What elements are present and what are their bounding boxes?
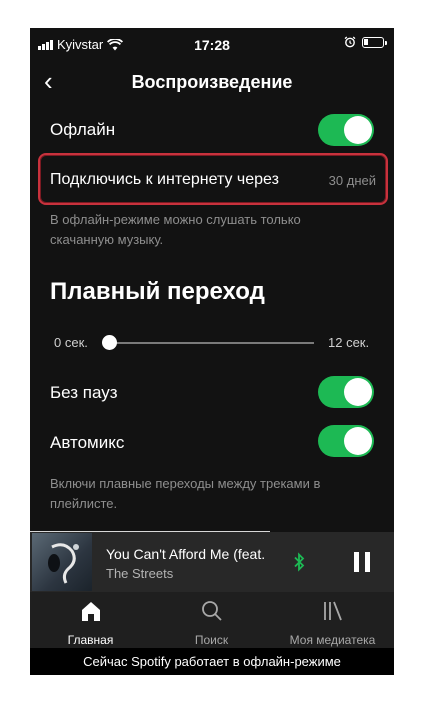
tab-library[interactable]: Моя медиатека [272,592,393,648]
toggle-knob [344,378,372,406]
bottom-nav: Главная Поиск Моя медиатека [30,592,394,648]
slider-min-label: 0 сек. [54,335,88,350]
phone-screen: Kyivstar 17:28 ‹ Воспроизведение Офлайн … [30,28,394,675]
slider-max-label: 12 сек. [328,335,370,350]
track-artist: The Streets [106,566,174,581]
toggle-knob [344,116,372,144]
crossfade-slider-track[interactable] [108,342,314,344]
tab-search-label: Поиск [194,633,229,647]
track-title: You Can't Afford Me (feat. [106,546,266,562]
offline-toggle[interactable] [318,114,374,146]
crossfade-hint: Включи плавные переходы между треками в … [50,476,321,511]
tab-home-label: Главная [67,633,114,647]
automix-label: Автомикс [50,433,125,452]
automix-toggle[interactable] [318,425,374,457]
library-icon [323,601,342,621]
gapless-toggle[interactable] [318,376,374,408]
offline-banner: Сейчас Spotify работает в офлайн-режиме [30,648,394,675]
battery-icon [362,36,387,48]
page-title: Воспроизведение [131,72,293,92]
status-right [344,36,387,48]
tab-library-label: Моя медиатека [289,633,376,647]
tab-home[interactable]: Главная [30,592,151,648]
reconnect-row[interactable]: Подключись к интернету через 30 дней [50,171,376,189]
home-icon [81,602,100,621]
offline-label: Офлайн [50,120,116,139]
pause-icon[interactable] [354,552,370,572]
clock: 17:28 [194,37,230,53]
now-playing-bar[interactable]: You Can't Afford Me (feat. The Streets [30,532,394,592]
album-art [32,533,92,591]
tab-search[interactable]: Поиск [151,592,272,648]
offline-hint: В офлайн-режиме можно слушать только ска… [50,212,301,247]
toggle-knob [344,427,372,455]
crossfade-heading: Плавный переход [50,278,265,305]
bluetooth-icon[interactable] [292,552,306,572]
search-icon [201,601,222,621]
gapless-label: Без пауз [50,383,118,402]
status-bar: Kyivstar 17:28 [30,28,394,62]
reconnect-value: 30 дней [328,173,376,188]
alarm-icon [344,36,356,48]
reconnect-label: Подключись к интернету через [50,171,279,188]
page-header: ‹ Воспроизведение [30,62,394,104]
crossfade-slider-thumb[interactable] [102,335,117,350]
